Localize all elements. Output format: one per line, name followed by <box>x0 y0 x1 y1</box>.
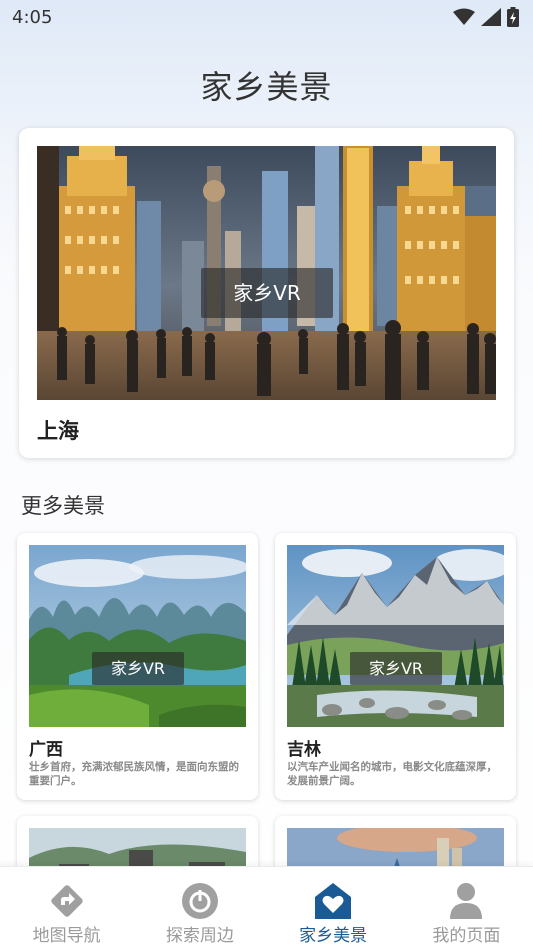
signal-icon <box>481 8 501 26</box>
card-desc: 壮乡首府，充满浓郁民族风情，是面向东盟的重要门户。 <box>29 761 239 787</box>
featured-name: 上海 <box>37 419 79 443</box>
status-bar: 4:05 <box>0 0 533 36</box>
navigation-icon <box>50 885 83 917</box>
card-image[interactable]: 家乡VR <box>287 545 504 727</box>
card-name: 广西 <box>29 740 63 760</box>
battery-icon <box>507 7 519 27</box>
jilin-image <box>287 545 504 727</box>
wifi-icon <box>453 8 475 25</box>
nav-item-hometown[interactable]: 家乡美景 <box>267 867 400 948</box>
status-time: 4:05 <box>12 7 53 28</box>
nav-label: 我的页面 <box>432 926 501 946</box>
page-title: 家乡美景 <box>200 68 333 106</box>
vr-badge[interactable]: 家乡VR <box>201 268 333 318</box>
status-icons <box>453 7 519 27</box>
nav-item-explore[interactable]: 探索周边 <box>133 867 266 948</box>
featured-image[interactable]: 家乡VR <box>37 146 496 400</box>
nav-label: 家乡美景 <box>299 926 368 946</box>
guangxi-image <box>29 545 246 727</box>
nav-item-map[interactable]: 地图导航 <box>0 867 133 948</box>
card-image[interactable]: 家乡VR <box>29 545 246 727</box>
nav-item-profile[interactable]: 我的页面 <box>400 867 533 948</box>
scenery-card-guangxi[interactable]: 家乡VR 广西 壮乡首府，充满浓郁民族风情，是面向东盟的重要门户。 <box>17 533 258 800</box>
featured-card[interactable]: 家乡VR 上海 <box>19 128 514 458</box>
vr-badge[interactable]: 家乡VR <box>350 652 442 685</box>
nav-label: 地图导航 <box>32 926 101 946</box>
nav-label: 探索周边 <box>165 926 234 946</box>
home-heart-icon <box>315 883 352 919</box>
compass-icon <box>181 883 218 919</box>
user-icon <box>450 883 483 919</box>
vr-badge[interactable]: 家乡VR <box>92 652 184 685</box>
section-title: 更多美景 <box>21 494 105 518</box>
scenery-card-jilin[interactable]: 家乡VR 吉林 以汽车产业闻名的城市，电影文化底蕴深厚，发展前景广阔。 <box>275 533 516 800</box>
card-desc: 以汽车产业闻名的城市，电影文化底蕴深厚，发展前景广阔。 <box>287 761 497 787</box>
bottom-nav: 地图导航 探索周边 家乡美景 我的页面 <box>0 866 533 948</box>
card-name: 吉林 <box>287 740 321 760</box>
